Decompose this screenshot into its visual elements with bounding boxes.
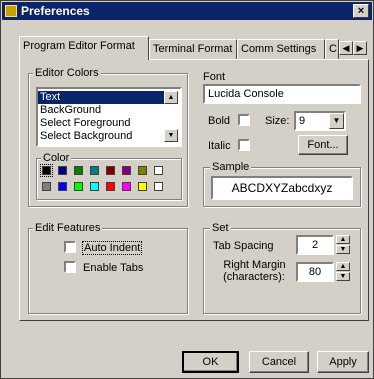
color-swatch[interactable] (90, 166, 99, 175)
tab-program-editor-format[interactable]: Program Editor Format (19, 36, 149, 60)
close-button[interactable]: × (353, 4, 369, 18)
list-scroll-up-button[interactable]: ▲ (164, 91, 178, 104)
font-size-dropdown-button[interactable]: ▼ (329, 113, 344, 129)
color-swatch[interactable] (42, 182, 51, 191)
enable-tabs-label[interactable]: Enable Tabs (83, 262, 143, 274)
font-button[interactable]: Font... (298, 135, 348, 155)
list-item[interactable]: Select Background (38, 130, 178, 143)
color-swatch[interactable] (106, 182, 115, 191)
right-margin-label: Right Margin (223, 259, 286, 271)
arrow-down-icon: ▼ (167, 132, 175, 139)
color-swatches (40, 164, 176, 196)
arrow-up-icon: ▲ (339, 236, 347, 243)
color-swatch[interactable] (74, 182, 83, 191)
list-item[interactable]: Text (38, 91, 164, 104)
preferences-window: Preferences × Program Editor Format Term… (0, 0, 374, 379)
color-swatch[interactable] (106, 166, 115, 175)
tab-panel: Editor Colors Text BackGround Select For… (19, 59, 369, 321)
tab-comm-settings[interactable]: Comm Settings (237, 39, 325, 59)
color-swatch[interactable] (58, 166, 67, 175)
list-item[interactable]: Select Foreground (38, 117, 178, 130)
right-margin-increment-button[interactable]: ▲ (336, 262, 350, 271)
arrow-up-icon: ▲ (339, 263, 347, 270)
tab-scroll-left-button[interactable]: ◀ (339, 41, 353, 55)
edit-features-label: Edit Features (33, 222, 103, 234)
color-swatch[interactable] (40, 164, 53, 177)
auto-indent-label[interactable]: Auto Indent (82, 241, 143, 255)
enable-tabs-checkbox[interactable] (64, 261, 76, 273)
right-margin-decrement-button[interactable]: ▼ (336, 272, 350, 281)
font-size-select[interactable]: 9 ▼ (294, 111, 346, 131)
sample-text: ABCDXYZabcdxyz (211, 176, 353, 200)
arrow-down-icon: ▼ (339, 273, 347, 280)
auto-indent-checkbox[interactable] (64, 241, 76, 253)
chevron-down-icon: ▼ (332, 116, 341, 125)
italic-checkbox[interactable] (238, 139, 250, 151)
color-swatch[interactable] (138, 182, 147, 191)
font-size-value: 9 (299, 115, 306, 127)
arrow-left-icon: ◀ (342, 43, 350, 53)
color-swatch[interactable] (122, 182, 131, 191)
list-scroll-down-button[interactable]: ▼ (164, 129, 178, 142)
right-margin-input[interactable]: 80 (296, 262, 334, 282)
ok-button[interactable]: OK (182, 351, 239, 373)
size-label: Size: (265, 115, 290, 127)
tab-spacing-label: Tab Spacing (213, 240, 274, 252)
arrow-right-icon: ▶ (356, 43, 364, 53)
tab-spacing-decrement-button[interactable]: ▼ (336, 245, 350, 254)
tab-spacing-increment-button[interactable]: ▲ (336, 235, 350, 244)
tab-scroll-right-button[interactable]: ▶ (353, 41, 367, 55)
color-label: Color (41, 152, 72, 164)
right-margin-sublabel: (characters): (223, 271, 285, 283)
list-item[interactable]: BackGround (38, 104, 178, 117)
set-label: Set (210, 222, 231, 234)
tab-spacing-input[interactable]: 2 (296, 235, 334, 255)
bold-checkbox[interactable] (238, 114, 250, 126)
color-swatch[interactable] (90, 182, 99, 191)
color-swatch[interactable] (154, 166, 163, 175)
tab-partial[interactable]: C (325, 39, 339, 59)
editor-colors-list[interactable]: Text BackGround Select Foreground Select… (36, 87, 182, 147)
font-label: Font (203, 71, 226, 83)
sample-label: Sample (210, 161, 252, 173)
apply-button[interactable]: Apply (317, 351, 369, 373)
font-name-field[interactable]: Lucida Console (203, 84, 361, 104)
italic-label: Italic (208, 140, 231, 152)
tab-terminal-format[interactable]: Terminal Format (149, 39, 237, 59)
cancel-button[interactable]: Cancel (249, 351, 309, 373)
editor-colors-label: Editor Colors (33, 67, 101, 79)
color-swatch[interactable] (122, 166, 131, 175)
app-icon (5, 5, 17, 17)
bold-label: Bold (208, 115, 231, 127)
color-swatch[interactable] (138, 166, 147, 175)
color-swatch[interactable] (58, 182, 67, 191)
color-swatch[interactable] (74, 166, 83, 175)
arrow-down-icon: ▼ (339, 246, 347, 253)
title-bar[interactable]: Preferences × (2, 2, 372, 20)
arrow-up-icon: ▲ (167, 94, 175, 101)
window-title: Preferences (21, 4, 90, 18)
color-swatch[interactable] (154, 182, 163, 191)
